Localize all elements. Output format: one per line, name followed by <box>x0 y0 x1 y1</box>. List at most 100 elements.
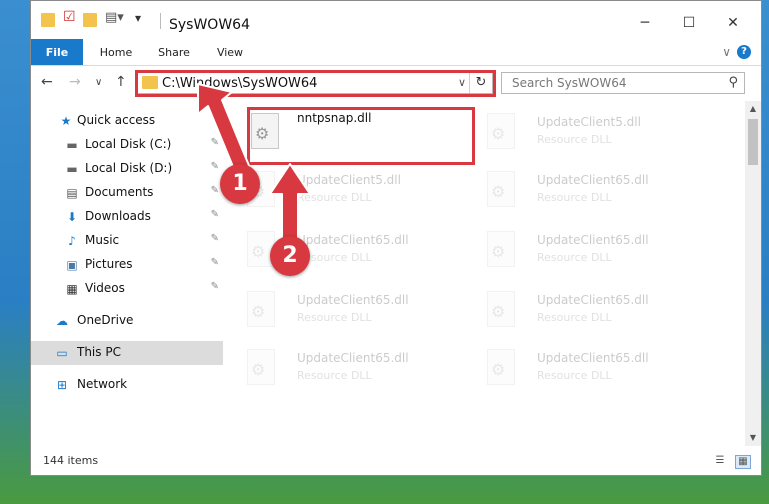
tab-share[interactable]: Share <box>151 39 197 65</box>
sidebar-item-onedrive[interactable]: ☁ OneDrive <box>31 309 223 333</box>
file-name: UpdateClient65.dll <box>537 173 649 187</box>
customize-quick-access-icon[interactable]: ▤▾ <box>105 10 124 28</box>
music-icon: ♪ <box>68 234 76 248</box>
sidebar-item-documents[interactable]: ▤ Documents ✎ <box>31 181 223 205</box>
gear-icon: ⚙ <box>251 360 266 379</box>
file-list: ⚙ nntpsnap.dll ⚙ UpdateClient5.dll Resou… <box>231 101 739 446</box>
quick-access-dropdown-icon[interactable]: ▾ <box>135 11 141 29</box>
sidebar-item-label: Local Disk (C:) <box>85 137 172 151</box>
file-type: Resource DLL <box>297 191 372 204</box>
close-button[interactable]: ✕ <box>723 13 743 33</box>
pin-icon[interactable]: ✎ <box>211 137 219 148</box>
pin-icon[interactable]: ✎ <box>211 209 219 220</box>
title-separator <box>160 13 161 29</box>
file-type: Resource DLL <box>537 369 612 382</box>
file-type: Resource DLL <box>537 311 612 324</box>
minimize-button[interactable]: ─ <box>635 13 655 33</box>
file-name: UpdateClient5.dll <box>537 115 641 129</box>
file-type: Resource DLL <box>537 133 612 146</box>
dll-file-icon: ⚙ <box>487 171 515 207</box>
pin-icon[interactable]: ✎ <box>211 233 219 244</box>
recent-locations-button[interactable]: ∨ <box>95 77 102 88</box>
help-icon[interactable]: ? <box>737 45 751 59</box>
sidebar-item-label: Local Disk (D:) <box>85 161 173 175</box>
sidebar-item-label: Documents <box>85 185 154 199</box>
sidebar-item-label: Quick access <box>77 113 156 127</box>
ribbon-tabs: File Home Share View ∨ ? <box>31 39 761 66</box>
forward-button[interactable]: → <box>69 74 81 90</box>
tab-view[interactable]: View <box>207 39 253 65</box>
search-input[interactable]: Search SysWOW64 <box>512 76 626 90</box>
sidebar-item-videos[interactable]: ▦ Videos ✎ <box>31 277 223 301</box>
pin-icon[interactable]: ✎ <box>211 281 219 292</box>
address-bar-highlight <box>135 70 496 97</box>
drive-icon: ▬ <box>66 138 78 152</box>
pin-icon[interactable]: ✎ <box>211 161 219 172</box>
new-folder-icon[interactable] <box>83 13 97 27</box>
file-name: UpdateClient65.dll <box>297 351 409 365</box>
computer-icon: ▭ <box>56 346 68 360</box>
dll-file-icon: ⚙ <box>487 291 515 327</box>
file-item[interactable]: ⚙ UpdateClient65.dll Resource DLL <box>471 163 691 219</box>
sidebar-item-downloads[interactable]: ⬇ Downloads ✎ <box>31 205 223 229</box>
sidebar-item-local-disk-c[interactable]: ▬ Local Disk (C:) ✎ <box>31 133 223 157</box>
sidebar-item-label: Network <box>77 377 128 391</box>
gear-icon: ⚙ <box>251 302 266 321</box>
scroll-thumb[interactable] <box>748 119 758 165</box>
navigation-bar: ← → ∨ ↑ C:\Windows\SysWOW64 ∨ ↻ Search S… <box>31 65 761 101</box>
scroll-up-icon[interactable]: ▲ <box>745 101 761 117</box>
file-item[interactable]: ⚙ UpdateClient65.dll Resource DLL <box>231 283 451 339</box>
search-icon[interactable]: ⚲ <box>728 75 738 90</box>
sidebar-item-label: This PC <box>77 345 121 359</box>
expand-ribbon-icon[interactable]: ∨ <box>722 45 731 59</box>
file-type: Resource DLL <box>297 369 372 382</box>
drive-icon: ▬ <box>66 162 78 176</box>
sidebar-item-music[interactable]: ♪ Music ✎ <box>31 229 223 253</box>
sidebar-item-label: Videos <box>85 281 125 295</box>
vertical-scrollbar[interactable]: ▲ ▼ <box>745 101 761 446</box>
step-1-badge: 1 <box>220 164 260 204</box>
gear-icon: ⚙ <box>491 182 506 201</box>
search-box[interactable]: Search SysWOW64 ⚲ <box>501 72 745 94</box>
back-button[interactable]: ← <box>41 74 53 90</box>
sidebar-item-local-disk-d[interactable]: ▬ Local Disk (D:) ✎ <box>31 157 223 181</box>
dll-file-icon: ⚙ <box>247 291 275 327</box>
file-highlight <box>247 107 475 165</box>
file-type: Resource DLL <box>537 251 612 264</box>
star-icon: ★ <box>60 114 72 128</box>
up-button[interactable]: ↑ <box>115 74 127 90</box>
file-type: Resource DLL <box>537 191 612 204</box>
file-explorer-window: ☑ ▤▾ ▾ SysWOW64 ─ ☐ ✕ File Home Share Vi… <box>30 0 762 476</box>
file-item[interactable]: ⚙ UpdateClient65.dll Resource DLL <box>231 341 451 397</box>
sidebar-item-pictures[interactable]: ▣ Pictures ✎ <box>31 253 223 277</box>
download-icon: ⬇ <box>66 210 78 224</box>
sidebar-item-network[interactable]: ⊞ Network <box>31 373 223 397</box>
sidebar-item-label: Music <box>85 233 120 247</box>
file-item[interactable]: ⚙ UpdateClient5.dll Resource DLL <box>231 163 451 219</box>
gear-icon: ⚙ <box>491 124 506 143</box>
maximize-button[interactable]: ☐ <box>679 13 699 33</box>
pin-icon[interactable]: ✎ <box>211 257 219 268</box>
tab-file[interactable]: File <box>31 39 83 65</box>
sidebar-item-this-pc[interactable]: ▭ This PC <box>31 341 223 365</box>
sidebar-item-label: Downloads <box>85 209 151 223</box>
dll-file-icon: ⚙ <box>487 349 515 385</box>
tab-home[interactable]: Home <box>93 39 139 65</box>
properties-icon[interactable]: ☑ <box>63 9 76 27</box>
file-item[interactable]: ⚙ UpdateClient5.dll Resource DLL <box>471 105 691 161</box>
sidebar-item-quick-access[interactable]: ★ Quick access <box>31 109 223 133</box>
tiles-view-icon[interactable]: ▦ <box>735 455 751 469</box>
file-item[interactable]: ⚙ UpdateClient65.dll Resource DLL <box>471 223 691 279</box>
videos-icon: ▦ <box>66 282 78 296</box>
pin-icon[interactable]: ✎ <box>211 185 219 196</box>
scroll-down-icon[interactable]: ▼ <box>745 430 761 446</box>
file-name: UpdateClient65.dll <box>537 233 649 247</box>
file-item[interactable]: ⚙ UpdateClient65.dll Resource DLL <box>471 283 691 339</box>
file-name: UpdateClient65.dll <box>297 233 409 247</box>
dll-file-icon: ⚙ <box>487 231 515 267</box>
gear-icon: ⚙ <box>491 242 506 261</box>
file-item[interactable]: ⚙ UpdateClient65.dll Resource DLL <box>231 223 451 279</box>
sidebar-item-label: Pictures <box>85 257 133 271</box>
details-view-icon[interactable]: ☰ <box>713 455 727 467</box>
file-item[interactable]: ⚙ UpdateClient65.dll Resource DLL <box>471 341 691 397</box>
